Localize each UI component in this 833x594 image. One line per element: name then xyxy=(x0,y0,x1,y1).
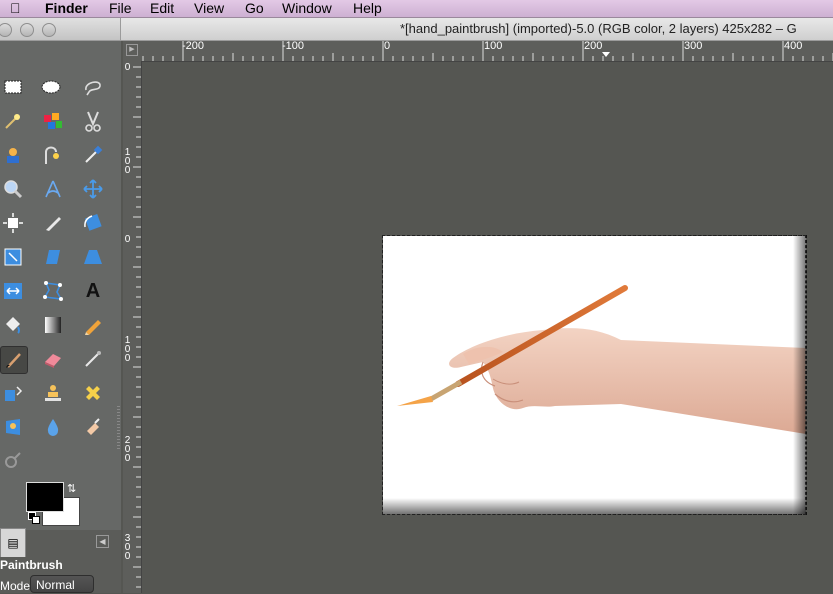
ruler-label: -200 xyxy=(182,41,205,52)
menu-help[interactable]: Help xyxy=(353,0,382,17)
menu-finder[interactable]: Finder xyxy=(45,0,88,17)
bucket-fill-icon[interactable] xyxy=(0,312,26,338)
scissors-select-icon[interactable] xyxy=(80,108,106,134)
ink-icon[interactable] xyxy=(0,380,26,406)
ruler-label: 0 xyxy=(124,234,131,245)
clone-icon[interactable] xyxy=(40,380,66,406)
zoom-icon[interactable] xyxy=(0,176,26,202)
ruler-label: 100 xyxy=(484,41,503,52)
toolbox-resize-grip[interactable] xyxy=(117,406,120,451)
reset-colors-icon[interactable] xyxy=(28,512,40,524)
minimize-window-button[interactable] xyxy=(20,23,34,37)
menu-bar:  Finder File Edit View Go Window Help xyxy=(0,0,833,18)
eraser-icon[interactable] xyxy=(40,346,66,372)
ruler-label: -100 xyxy=(282,41,305,52)
menu-go[interactable]: Go xyxy=(245,0,264,17)
ruler-label: 0 xyxy=(124,353,131,364)
paintbrush-icon[interactable] xyxy=(0,346,28,374)
paths-icon[interactable] xyxy=(40,142,66,168)
vertical-ruler-ticks xyxy=(133,66,141,588)
ruler-label: 0 xyxy=(124,165,131,176)
free-select-icon[interactable] xyxy=(80,74,106,100)
tool-options-tab-icon: ▤ xyxy=(7,536,19,550)
crop-icon[interactable] xyxy=(40,210,66,236)
ruler-position-marker xyxy=(602,52,610,57)
ruler-label: 400 xyxy=(784,41,803,52)
quick-mask-menu-icon[interactable]: ▶ xyxy=(126,44,138,56)
dodge-burn-icon[interactable] xyxy=(0,448,26,474)
scale-icon[interactable] xyxy=(0,244,26,270)
rotate-icon[interactable] xyxy=(80,210,106,236)
select-by-color-icon[interactable] xyxy=(40,108,66,134)
blur-icon[interactable] xyxy=(40,414,66,440)
horizontal-ruler[interactable]: -200 -100 0 100 200 300 400 xyxy=(141,41,833,62)
menu-view[interactable]: View xyxy=(194,0,224,17)
blend-icon[interactable] xyxy=(40,312,66,338)
color-picker-icon[interactable] xyxy=(80,142,106,168)
mode-label: Mode: xyxy=(0,579,34,593)
perspective-clone-icon[interactable] xyxy=(0,414,26,440)
move-icon[interactable] xyxy=(80,176,106,202)
tool-options-tab[interactable]: ▤ xyxy=(0,528,26,557)
image-shadow-right xyxy=(793,236,806,514)
mode-select[interactable]: Normal xyxy=(30,575,94,593)
image-shadow-bottom xyxy=(383,498,806,514)
menu-window[interactable]: Window xyxy=(282,0,332,17)
rect-select-icon[interactable] xyxy=(0,74,26,100)
ruler-corner: ▶ xyxy=(123,41,141,61)
ruler-label: 300 xyxy=(684,41,703,52)
fuzzy-select-icon[interactable] xyxy=(0,108,26,134)
ruler-label: 200 xyxy=(584,41,603,52)
apple-icon[interactable]:  xyxy=(10,0,21,17)
zoom-window-button[interactable] xyxy=(42,23,56,37)
heal-icon[interactable] xyxy=(80,380,106,406)
panel-menu-icon[interactable]: ◀ xyxy=(96,535,109,548)
ruler-label: 0 xyxy=(124,453,131,464)
text-icon[interactable]: A xyxy=(80,278,106,304)
flip-icon[interactable] xyxy=(0,278,26,304)
image-layer[interactable] xyxy=(382,235,807,515)
shear-icon[interactable] xyxy=(40,244,66,270)
perspective-icon[interactable] xyxy=(80,244,106,270)
window-title: *[hand_paintbrush] (imported)-5.0 (RGB c… xyxy=(400,21,797,36)
toolbox-title-bar xyxy=(0,18,121,40)
ruler-label: 0 xyxy=(384,41,391,52)
menu-edit[interactable]: Edit xyxy=(150,0,174,17)
menu-file[interactable]: File xyxy=(109,0,132,17)
cage-transform-icon[interactable] xyxy=(40,278,66,304)
smudge-icon[interactable] xyxy=(80,414,106,440)
ellipse-select-icon[interactable] xyxy=(38,74,64,100)
foreground-color-swatch[interactable] xyxy=(26,482,64,512)
foreground-select-icon[interactable] xyxy=(0,142,26,168)
align-icon[interactable] xyxy=(0,210,26,236)
ruler-label: 0 xyxy=(124,62,131,73)
pencil-icon[interactable] xyxy=(80,312,106,338)
swap-colors-icon[interactable]: ⇅ xyxy=(67,482,76,495)
vertical-ruler[interactable]: 0 1 0 0 0 1 0 0 2 0 0 3 0 0 xyxy=(123,61,142,593)
measure-icon[interactable] xyxy=(40,176,66,202)
hand-paintbrush-image xyxy=(397,285,806,434)
airbrush-icon[interactable] xyxy=(80,346,106,372)
ruler-label: 0 xyxy=(124,551,131,562)
tool-options-title: Paintbrush xyxy=(0,558,63,572)
